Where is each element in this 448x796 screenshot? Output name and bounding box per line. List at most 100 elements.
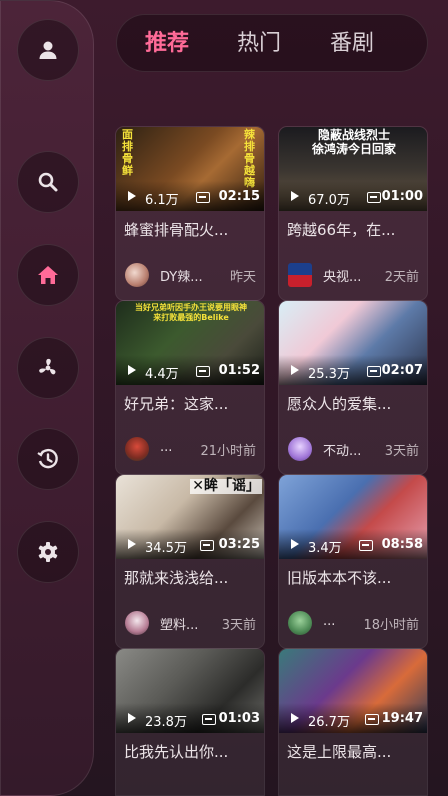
video-title: 比我先认出你... (124, 743, 229, 761)
thumbnail-caption: 面排骨鲜 (122, 128, 133, 177)
video-card[interactable]: 26.7万 19:47 这是上限最高... (278, 648, 428, 796)
thumbnail-caption: 徐鸿涛今日回家 (311, 142, 396, 156)
publish-time: 21小时前 (200, 444, 256, 459)
view-count: 6.1万 (145, 193, 179, 208)
duration: 08:58 (381, 537, 423, 552)
author-name[interactable]: 塑料... (160, 614, 198, 633)
publish-time: 昨天 (229, 270, 256, 285)
avatar[interactable] (125, 611, 149, 635)
avatar[interactable] (125, 263, 149, 287)
view-count: 4.4万 (145, 367, 179, 382)
video-thumbnail: ✕眸「谣」 34.5万 03:25 (116, 475, 264, 559)
view-count: 3.4万 (308, 541, 342, 556)
duration: 19:47 (381, 711, 423, 726)
pinwheel-icon (39, 358, 56, 375)
tab-anime[interactable]: 番剧 (330, 15, 374, 73)
danmaku-icon (200, 540, 214, 551)
gear-icon (38, 542, 58, 562)
duration: 01:03 (218, 711, 260, 726)
play-count-icon (128, 365, 136, 375)
video-thumbnail: 23.8万 01:03 (116, 649, 264, 733)
video-thumbnail: 26.7万 19:47 (279, 649, 427, 733)
video-meta: 6.1万 02:15 (116, 189, 264, 208)
video-meta: 23.8万 01:03 (116, 711, 264, 730)
video-meta: 25.3万 02:07 (279, 363, 427, 382)
publish-time: 18小时前 (363, 618, 419, 633)
danmaku-icon (196, 366, 210, 377)
author-name[interactable]: ... (160, 440, 172, 455)
play-count-icon (291, 365, 299, 375)
thumbnail-caption: 隐蔽战线烈士 (317, 128, 390, 142)
video-meta: 34.5万 03:25 (116, 537, 264, 556)
view-count: 34.5万 (145, 541, 187, 556)
play-count-icon (291, 191, 299, 201)
duration: 01:00 (381, 189, 423, 204)
video-meta: 26.7万 19:47 (279, 711, 427, 730)
danmaku-icon (365, 714, 379, 725)
settings-button[interactable] (17, 521, 79, 583)
video-title: 愿众人的爱集... (287, 395, 392, 413)
video-card[interactable]: ✕眸「谣」 34.5万 03:25 那就来浅浅给... 塑料... 3天前 (115, 474, 265, 649)
video-title: 蜂蜜排骨配火... (124, 221, 229, 239)
home-icon (38, 266, 58, 284)
avatar[interactable] (125, 437, 149, 461)
video-card[interactable]: 23.8万 01:03 比我先认出你... (115, 648, 265, 796)
sidebar (0, 0, 94, 796)
publish-time: 3天前 (221, 618, 256, 633)
video-card[interactable]: 当好兄弟听因手办王说要用眼神 来打败最强的Belike 4.4万 01:52 好… (115, 300, 265, 475)
play-count-icon (128, 713, 136, 723)
avatar[interactable] (288, 437, 312, 461)
video-title: 好兄弟：这家... (124, 395, 229, 413)
view-count: 23.8万 (145, 715, 187, 730)
danmaku-icon (202, 714, 216, 725)
history-icon (37, 448, 58, 469)
play-count-icon (128, 539, 136, 549)
video-thumbnail: 隐蔽战线烈士 徐鸿涛今日回家 67.0万 01:00 (279, 127, 427, 211)
video-card[interactable]: 3.4万 08:58 旧版本本不该... ... 18小时前 (278, 474, 428, 649)
publish-time: 3天前 (384, 444, 419, 459)
avatar[interactable] (288, 611, 312, 635)
author-name[interactable]: 央视... (323, 266, 361, 285)
video-thumbnail: 3.4万 08:58 (279, 475, 427, 559)
video-title: 那就来浅浅给... (124, 569, 229, 587)
video-title: 这是上限最高... (287, 743, 392, 761)
duration: 02:07 (381, 363, 423, 378)
danmaku-icon (359, 540, 373, 551)
user-icon (39, 41, 57, 59)
thumbnail-caption: ✕眸「谣」 (190, 478, 262, 494)
video-thumbnail: 面排骨鲜 辣排骨越嗨 6.1万 02:15 (116, 127, 264, 211)
thumbnail-caption: 当好兄弟听因手办王说要用眼神 (135, 303, 247, 312)
duration: 01:52 (218, 363, 260, 378)
danmaku-icon (367, 192, 381, 203)
author-name[interactable]: DY辣... (160, 266, 203, 285)
video-card[interactable]: 25.3万 02:07 愿众人的爱集... 不动... 3天前 (278, 300, 428, 475)
publish-time: 2天前 (384, 270, 419, 285)
play-count-icon (128, 191, 136, 201)
danmaku-icon (367, 366, 381, 377)
view-count: 26.7万 (308, 715, 350, 730)
video-thumbnail: 当好兄弟听因手办王说要用眼神 来打败最强的Belike 4.4万 01:52 (116, 301, 264, 385)
author-name[interactable]: 不动... (323, 440, 361, 459)
video-card[interactable]: 面排骨鲜 辣排骨越嗨 6.1万 02:15 蜂蜜排骨配火... DY辣... 昨… (115, 126, 265, 301)
video-card[interactable]: 隐蔽战线烈士 徐鸿涛今日回家 67.0万 01:00 跨越66年，在... 央视… (278, 126, 428, 301)
profile-button[interactable] (17, 19, 79, 81)
search-icon (38, 172, 58, 192)
avatar[interactable] (288, 263, 312, 287)
video-title: 旧版本本不该... (287, 569, 392, 587)
danmaku-icon (196, 192, 210, 203)
history-button[interactable] (17, 428, 79, 490)
tab-recommend[interactable]: 推荐 (145, 15, 189, 73)
tab-bar: 推荐 热门 番剧 (116, 14, 428, 72)
video-meta: 67.0万 01:00 (279, 189, 427, 208)
view-count: 25.3万 (308, 367, 350, 382)
play-count-icon (291, 539, 299, 549)
author-name[interactable]: ... (323, 614, 335, 629)
duration: 02:15 (218, 189, 260, 204)
search-button[interactable] (17, 151, 79, 213)
tab-hot[interactable]: 热门 (237, 15, 281, 73)
home-button[interactable] (17, 244, 79, 306)
partition-button[interactable] (17, 337, 79, 399)
view-count: 67.0万 (308, 193, 350, 208)
duration: 03:25 (218, 537, 260, 552)
video-meta: 4.4万 01:52 (116, 363, 264, 382)
